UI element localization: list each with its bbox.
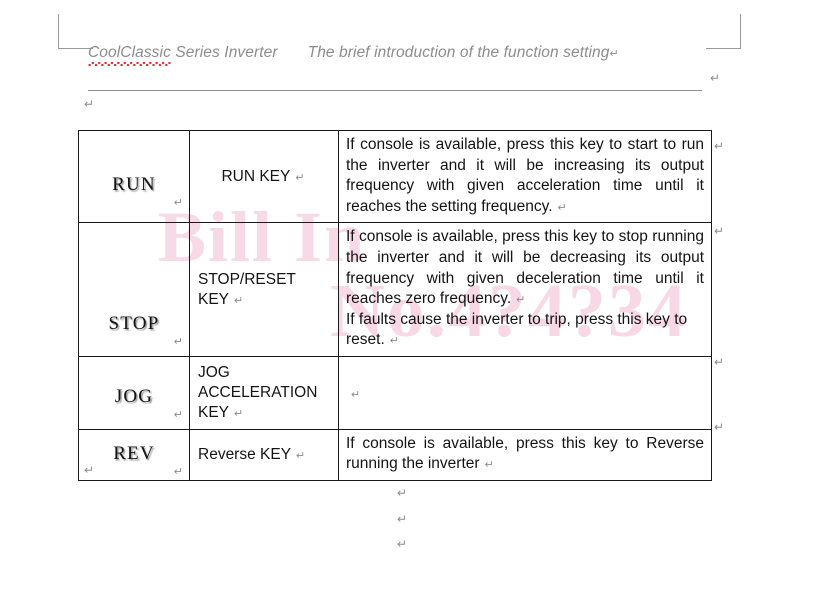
document-header: CoolClassic Series Inverter The brief in… bbox=[88, 44, 708, 66]
description-text: If console is available, press this key … bbox=[346, 228, 704, 308]
cell-return-mark: ↵ bbox=[173, 335, 183, 348]
table-row: JOG ↵ JOG ACCELERATION KEY ↵ ↵ bbox=[78, 356, 712, 430]
key-cell-inner: JOG ↵ bbox=[79, 364, 189, 422]
table-row: RUN ↵ RUN KEY ↵ If console is available, … bbox=[78, 129, 712, 224]
key-label: RUN bbox=[112, 173, 156, 195]
key-name-text: STOP/RESET KEY bbox=[198, 270, 296, 308]
description-paragraph: If faults cause the inverter to trip, pr… bbox=[346, 310, 704, 351]
key-description-inner: If console is available, press this key … bbox=[339, 131, 711, 222]
row-return-mark-4: ↵ bbox=[714, 420, 725, 434]
row-return-mark-3: ↵ bbox=[714, 355, 725, 369]
key-name-cell: Reverse KEY ↵ bbox=[189, 428, 339, 481]
key-name-text: RUN KEY bbox=[221, 167, 291, 185]
return-mark-footer-3: ↵ bbox=[397, 537, 408, 551]
key-name-inner: RUN KEY ↵ bbox=[190, 161, 338, 193]
key-description-cell: If console is available, press this key … bbox=[338, 129, 712, 224]
cell-return-mark: ↵ bbox=[516, 294, 526, 307]
key-glyph-cell: REV ↵ bbox=[78, 428, 190, 481]
key-description-cell: If console is available, press this key … bbox=[338, 222, 712, 358]
description-text: If console is available, press this key … bbox=[346, 434, 704, 473]
cell-return-mark: ↵ bbox=[173, 408, 183, 421]
cell-return-mark: ↵ bbox=[295, 171, 305, 184]
cell-return-mark: ↵ bbox=[557, 201, 567, 214]
header-rule bbox=[88, 90, 702, 91]
cell-return-mark: ↵ bbox=[173, 196, 183, 209]
cell-return-mark: ↵ bbox=[389, 335, 399, 348]
return-mark-below-table: ↵ bbox=[84, 463, 95, 477]
key-name-cell: JOG ACCELERATION KEY ↵ bbox=[189, 356, 339, 430]
table-row: REV ↵ Reverse KEY ↵ If console is availab… bbox=[78, 428, 712, 481]
return-mark-footer-1: ↵ bbox=[397, 486, 408, 500]
table-row: STOP ↵ STOP/RESET KEY ↵ If console is ava… bbox=[78, 222, 712, 358]
cell-return-mark: ↵ bbox=[173, 465, 183, 478]
key-name-cell: STOP/RESET KEY ↵ bbox=[189, 222, 339, 358]
description-paragraph: If console is available, press this key … bbox=[346, 135, 704, 217]
key-glyph-cell: RUN ↵ bbox=[78, 129, 190, 224]
header-subtitle: The brief introduction of the function s… bbox=[307, 44, 610, 61]
cell-return-mark: ↵ bbox=[234, 407, 244, 420]
row-return-mark-2: ↵ bbox=[714, 224, 725, 238]
document-page: Bill In No.4?4?34 CoolClassic Series Inv… bbox=[0, 0, 822, 610]
return-mark-footer-2: ↵ bbox=[397, 512, 408, 526]
key-label: REV bbox=[113, 442, 155, 464]
key-glyph-cell: STOP ↵ bbox=[78, 222, 190, 358]
key-cell-inner: STOP ↵ bbox=[79, 231, 189, 349]
key-label: STOP bbox=[108, 312, 160, 334]
key-name-inner: Reverse KEY ↵ bbox=[190, 439, 338, 471]
key-cell-inner: REV ↵ bbox=[79, 431, 189, 479]
description-paragraph: If console is available, press this key … bbox=[346, 434, 704, 475]
key-label: JOG bbox=[114, 385, 154, 407]
cell-return-mark: ↵ bbox=[484, 459, 494, 472]
header-return-mark: ↵ bbox=[609, 48, 619, 60]
key-description-inner: ↵ bbox=[339, 376, 711, 410]
description-paragraph: If console is available, press this key … bbox=[346, 227, 704, 309]
key-cell-inner: RUN ↵ bbox=[79, 144, 189, 210]
key-description-inner: If console is available, press this key … bbox=[339, 430, 711, 480]
cell-return-mark: ↵ bbox=[296, 449, 306, 462]
key-name-text: Reverse KEY bbox=[198, 445, 292, 463]
key-name-cell: RUN KEY ↵ bbox=[189, 129, 339, 224]
margin-corner-top-right bbox=[706, 14, 741, 49]
key-description-cell: If console is available, press this key … bbox=[338, 428, 712, 481]
key-name-inner: JOG ACCELERATION KEY ↵ bbox=[190, 357, 338, 428]
key-glyph-cell: JOG ↵ bbox=[78, 356, 190, 430]
header-title-misspelled-word: CoolClassic bbox=[88, 44, 171, 66]
header-title: CoolClassic Series Inverter bbox=[88, 44, 278, 66]
description-text: If console is available, press this key … bbox=[346, 136, 704, 215]
return-mark-below-header: ↵ bbox=[84, 97, 95, 111]
key-description-cell: ↵ bbox=[338, 356, 712, 430]
key-name-text: JOG ACCELERATION KEY bbox=[198, 364, 318, 421]
cell-return-mark: ↵ bbox=[351, 389, 361, 402]
key-description-inner: If console is available, press this key … bbox=[339, 223, 711, 356]
function-key-table: RUN ↵ RUN KEY ↵ If console is available, … bbox=[78, 129, 712, 481]
header-title-rest: Series Inverter bbox=[170, 44, 278, 61]
cell-return-mark: ↵ bbox=[234, 294, 244, 307]
return-mark-header-right: ↵ bbox=[710, 71, 721, 85]
row-return-mark-1: ↵ bbox=[714, 139, 725, 153]
key-name-inner: STOP/RESET KEY ↵ bbox=[190, 264, 338, 316]
